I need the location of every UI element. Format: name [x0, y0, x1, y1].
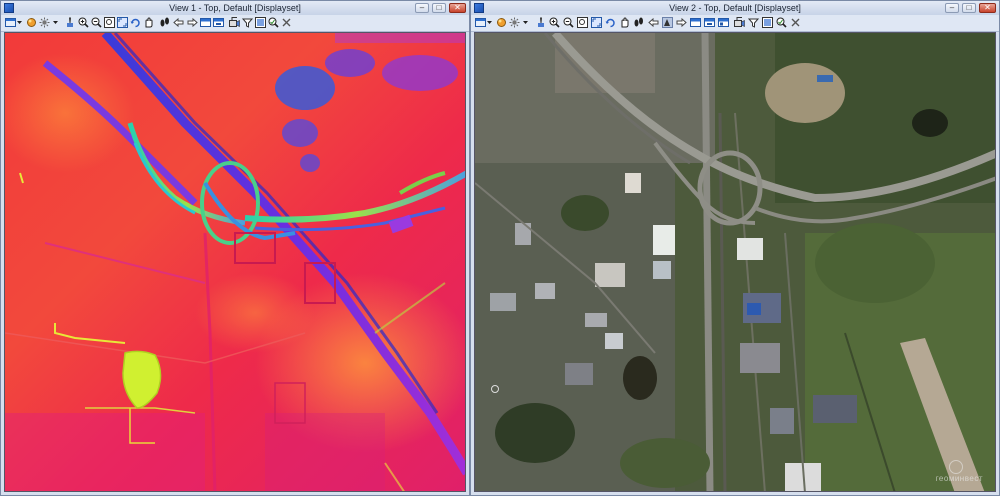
dropdown-arrow-icon[interactable] [486, 17, 493, 28]
view-settings-icon[interactable] [268, 17, 279, 28]
minimize-button[interactable]: – [945, 3, 959, 13]
lighting-icon[interactable] [509, 17, 520, 28]
window-area-icon[interactable] [577, 17, 588, 28]
compass-marker [491, 385, 499, 393]
clip-icon[interactable] [64, 17, 75, 28]
view-attributes-2-icon[interactable] [718, 17, 729, 28]
fit-view-icon[interactable] [117, 17, 128, 28]
camera-icon[interactable] [229, 17, 240, 28]
view-2-window: View 2 - Top, Default [Displayset] – □ ✕ [470, 0, 1000, 496]
copy-view-icon[interactable] [200, 17, 211, 28]
dropdown-arrow-icon[interactable] [16, 17, 23, 28]
view-attributes-icon[interactable] [5, 17, 16, 28]
clear-icon[interactable] [790, 17, 801, 28]
zoom-out-icon[interactable] [91, 17, 102, 28]
maximize-button[interactable]: □ [962, 3, 976, 13]
pan-icon[interactable] [143, 17, 154, 28]
view-1-title: View 1 - Top, Default [Displayset] [169, 3, 301, 13]
view-settings-icon[interactable] [776, 17, 787, 28]
display-style-icon[interactable] [26, 17, 37, 28]
toggle-mask-icon[interactable] [762, 17, 773, 28]
rotate-view-icon[interactable] [605, 17, 616, 28]
camera-icon[interactable] [734, 17, 745, 28]
view-2-viewport[interactable]: геоминвест [474, 32, 996, 492]
pan-icon[interactable] [619, 17, 630, 28]
zoom-in-icon[interactable] [549, 17, 560, 28]
view-next-icon[interactable] [187, 17, 198, 28]
minimize-button[interactable]: – [415, 3, 429, 13]
view-2-toolbar [471, 15, 999, 32]
dropdown-arrow-icon[interactable] [52, 17, 59, 28]
view-1-viewport[interactable] [4, 32, 466, 492]
clip-volume-icon[interactable] [242, 17, 253, 28]
view-2-titlebar[interactable]: View 2 - Top, Default [Displayset] – □ ✕ [471, 1, 999, 16]
rotate-view-icon[interactable] [130, 17, 141, 28]
walk-icon[interactable] [159, 17, 170, 28]
zoom-in-icon[interactable] [78, 17, 89, 28]
maximize-button[interactable]: □ [432, 3, 446, 13]
toggle-mask-icon[interactable] [255, 17, 266, 28]
view-1-toolbar [1, 15, 469, 32]
clear-icon[interactable] [281, 17, 292, 28]
view-1-titlebar[interactable]: View 1 - Top, Default [Displayset] – □ ✕ [1, 1, 469, 16]
view-1-window: View 1 - Top, Default [Displayset] – □ ✕ [0, 0, 470, 496]
watermark-logo [949, 460, 963, 474]
clip-icon[interactable] [535, 17, 546, 28]
display-style-icon[interactable] [496, 17, 507, 28]
fit-view-icon[interactable] [591, 17, 602, 28]
view-previous-icon[interactable] [173, 17, 184, 28]
view-next-icon[interactable] [676, 17, 687, 28]
save-view-icon[interactable] [213, 17, 224, 28]
save-view-icon[interactable] [704, 17, 715, 28]
close-button[interactable]: ✕ [449, 3, 466, 13]
dropdown-arrow-icon[interactable] [522, 17, 529, 28]
close-button[interactable]: ✕ [979, 3, 996, 13]
lighting-icon[interactable] [39, 17, 50, 28]
view-attributes-icon[interactable] [475, 17, 486, 28]
clip-volume-icon[interactable] [748, 17, 759, 28]
active-tool-icon[interactable] [662, 17, 673, 28]
walk-icon[interactable] [633, 17, 644, 28]
view-2-title: View 2 - Top, Default [Displayset] [669, 3, 801, 13]
view-previous-icon[interactable] [648, 17, 659, 28]
zoom-out-icon[interactable] [563, 17, 574, 28]
copy-view-icon[interactable] [690, 17, 701, 28]
window-area-icon[interactable] [104, 17, 115, 28]
watermark-text: геоминвест [935, 474, 983, 483]
aerial-photo-image [475, 33, 995, 491]
thermal-map-image [5, 33, 465, 491]
